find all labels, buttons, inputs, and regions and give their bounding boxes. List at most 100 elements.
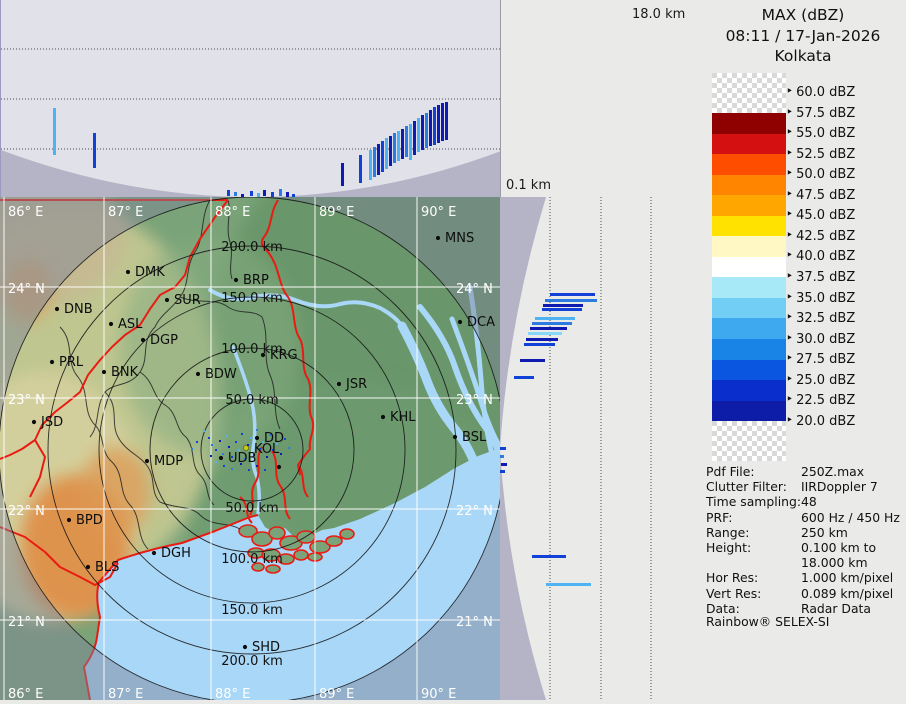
city-marker-dot xyxy=(141,338,145,342)
longitude-label: 86° E xyxy=(8,205,43,220)
city-label: MNS xyxy=(445,231,474,246)
city-marker-dot xyxy=(55,307,59,311)
top-profile-blind-zone xyxy=(1,150,501,197)
city-label: PRL xyxy=(59,355,84,370)
city-marker-dot xyxy=(436,236,440,240)
metadata-label: Range: xyxy=(706,525,801,540)
city-label: DGP xyxy=(150,333,178,348)
radar-site-name: Kolkata xyxy=(700,46,906,67)
legend-swatch xyxy=(712,113,786,134)
city-label: DGH xyxy=(161,546,191,561)
metadata-label xyxy=(706,555,801,570)
city-label: BSL xyxy=(462,430,487,445)
city-marker-dot xyxy=(50,360,54,364)
city-label: BLS xyxy=(95,560,119,575)
right-profile-plot xyxy=(500,197,706,700)
longitude-label: 88° E xyxy=(215,205,250,220)
city-label: SHD xyxy=(252,640,280,655)
metadata-value: IIRDoppler 7 xyxy=(801,479,878,494)
city-label: JSD xyxy=(40,415,63,430)
city-label: SUR xyxy=(174,293,201,308)
longitude-label: 90° E xyxy=(421,687,456,700)
height-axis-max-label: 18.0 km xyxy=(632,7,685,22)
legend-threshold-label: 22.5 dBZ xyxy=(786,393,855,408)
legend-threshold-label: 37.5 dBZ xyxy=(786,270,855,285)
range-ring-label: 150.0 km xyxy=(221,603,283,618)
city-marker-dot xyxy=(86,565,90,569)
legend-swatch xyxy=(712,154,786,175)
radar-site-marker xyxy=(243,445,248,450)
radar-map: 86° E86° E87° E87° E88° E88° E89° E89° E… xyxy=(0,197,500,700)
metadata-value: 48 xyxy=(801,494,817,509)
metadata-label: Vert Res: xyxy=(706,586,801,601)
legend-swatch xyxy=(712,401,786,422)
city-label: DMK xyxy=(135,265,165,280)
color-bar xyxy=(712,73,786,461)
legend-threshold-label: 42.5 dBZ xyxy=(786,229,855,244)
metadata-row: Pdf File:250Z.max xyxy=(706,464,906,479)
legend-swatch xyxy=(712,298,786,319)
latitude-label: 22° N xyxy=(456,504,493,519)
latitude-label: 23° N xyxy=(8,393,45,408)
metadata-value: 18.000 km xyxy=(801,555,868,570)
legend-swatch xyxy=(712,134,786,155)
city-marker-dot xyxy=(381,415,385,419)
city-label: MDP xyxy=(154,454,183,469)
legend-swatch xyxy=(712,216,786,237)
legend-title-block: MAX (dBZ) 08:11 / 17-Jan-2026 Kolkata xyxy=(700,5,906,67)
latitude-label: 23° N xyxy=(456,393,493,408)
city-marker-dot xyxy=(126,270,130,274)
legend-threshold-label: 57.5 dBZ xyxy=(786,106,855,121)
legend-swatch xyxy=(712,195,786,216)
city-label: BDW xyxy=(205,367,237,382)
city-label: KRG xyxy=(270,348,298,363)
city-label: ASL xyxy=(118,317,143,332)
legend-swatch xyxy=(712,318,786,339)
metadata-value: 250Z.max xyxy=(801,464,864,479)
metadata-row: Height:0.100 km to xyxy=(706,540,906,555)
range-ring-label: 100.0 km xyxy=(221,552,283,567)
legend-swatch xyxy=(712,339,786,360)
metadata-row: Time sampling:48 xyxy=(706,494,906,509)
metadata-label: Height: xyxy=(706,540,801,555)
legend-swatch xyxy=(712,277,786,298)
legend-threshold-label: 27.5 dBZ xyxy=(786,352,855,367)
metadata-value: 250 km xyxy=(801,525,848,540)
metadata-value: 1.000 km/pixel xyxy=(801,570,893,585)
range-ring-label: 200.0 km xyxy=(221,654,283,669)
longitude-label: 90° E xyxy=(421,205,456,220)
legend-swatch xyxy=(712,257,786,278)
software-footer: Rainbow® SELEX-SI xyxy=(706,614,829,629)
city-marker-dot xyxy=(109,322,113,326)
top-profile-plot xyxy=(1,0,501,197)
city-marker-dot xyxy=(152,551,156,555)
legend-threshold-label: 25.0 dBZ xyxy=(786,373,855,388)
scan-datetime: 08:11 / 17-Jan-2026 xyxy=(700,26,906,47)
legend-threshold-label: 55.0 dBZ xyxy=(786,126,855,141)
city-marker-dot xyxy=(458,320,462,324)
metadata-label: Clutter Filter: xyxy=(706,479,801,494)
radar-site-label: KOL xyxy=(254,442,280,457)
radar-map-panel: 86° E86° E87° E87° E88° E88° E89° E89° E… xyxy=(0,197,500,700)
city-label: BPD xyxy=(76,513,103,528)
longitude-label: 87° E xyxy=(108,205,143,220)
legend-threshold-label: 35.0 dBZ xyxy=(786,291,855,306)
city-label: DNB xyxy=(64,302,93,317)
metadata-row: 18.000 km xyxy=(706,555,906,570)
city-label: BNK xyxy=(111,365,139,380)
city-marker-dot xyxy=(196,372,200,376)
legend-swatch xyxy=(712,380,786,401)
city-marker-dot xyxy=(67,518,71,522)
legend-threshold-label: 47.5 dBZ xyxy=(786,188,855,203)
height-axis-min-label: 0.1 km xyxy=(506,178,551,193)
legend-swatch xyxy=(712,73,786,113)
city-marker-dot xyxy=(243,645,247,649)
legend-threshold-label: 50.0 dBZ xyxy=(786,167,855,182)
longitude-label: 89° E xyxy=(319,205,354,220)
city-label: JSR xyxy=(345,377,367,392)
metadata-label: Hor Res: xyxy=(706,570,801,585)
city-marker-dot xyxy=(255,436,259,440)
legend-swatch xyxy=(712,421,786,461)
legend-swatch xyxy=(712,360,786,381)
metadata-label: PRF: xyxy=(706,510,801,525)
